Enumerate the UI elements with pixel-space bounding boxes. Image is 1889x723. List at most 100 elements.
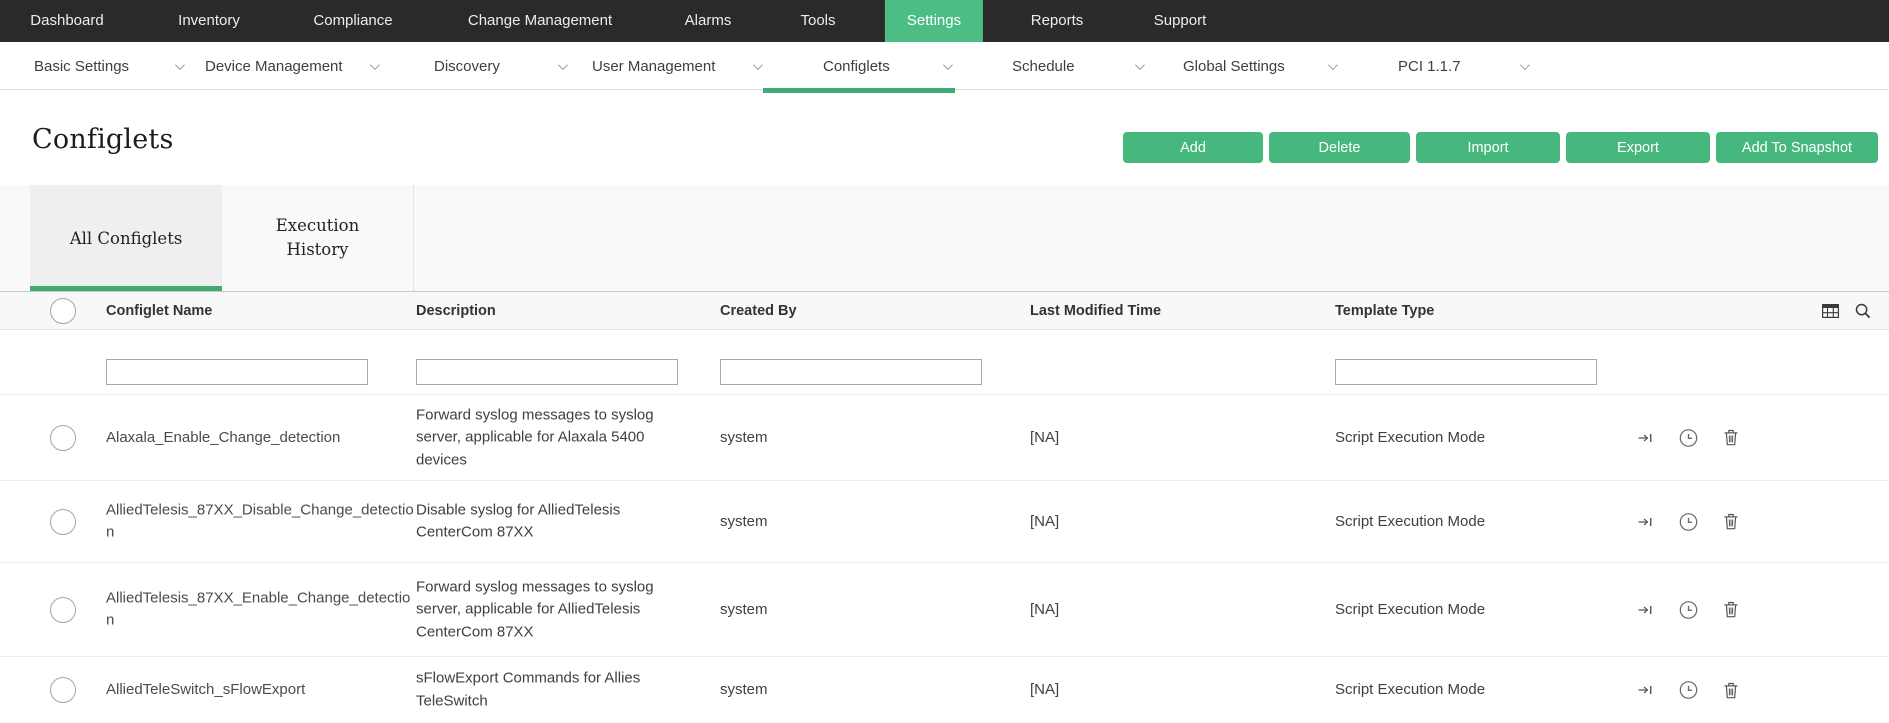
row-select-radio[interactable] xyxy=(50,677,76,703)
delete-trash-icon[interactable] xyxy=(1724,429,1738,446)
delete-button[interactable]: Delete xyxy=(1269,132,1410,163)
nav-item-support[interactable]: Support xyxy=(1132,0,1229,42)
nav-item-reports[interactable]: Reports xyxy=(1009,0,1106,42)
tab-label: All Configlets xyxy=(69,228,183,248)
chevron-down-icon xyxy=(942,59,953,70)
cell-template-type: Script Execution Mode xyxy=(1335,680,1486,698)
cell-configlet-name: AlliedTeleSwitch_sFlowExport xyxy=(106,680,306,698)
cell-created-by: system xyxy=(720,428,768,446)
execution-history-clock-icon[interactable] xyxy=(1679,428,1698,447)
table-header-controls xyxy=(1822,292,1871,330)
cell-description: sFlowExport Commands for Allies TeleSwit… xyxy=(416,669,641,710)
row-actions xyxy=(1638,512,1738,531)
cell-description: Disable syslog for AlliedTelesis CenterC… xyxy=(416,501,621,541)
filter-input-description[interactable] xyxy=(416,359,678,385)
select-all-radio[interactable] xyxy=(50,298,76,324)
cell-configlet-name: AlliedTelesis_87XX_Disable_Change_detect… xyxy=(106,501,414,541)
cell-configlet-name: Alaxala_Enable_Change_detection xyxy=(106,428,341,446)
subnav-label: Device Management xyxy=(205,57,343,75)
cell-last-modified-time: [NA] xyxy=(1030,680,1060,698)
table-row: AlliedTelesis_87XX_Enable_Change_detecti… xyxy=(0,563,1889,657)
cell-last-modified-time: [NA] xyxy=(1030,428,1060,446)
table-row: AlliedTelesis_87XX_Disable_Change_detect… xyxy=(0,481,1889,563)
cell-last-modified-time: [NA] xyxy=(1030,512,1060,530)
chevron-down-icon xyxy=(1327,59,1338,70)
subnav-item-pci[interactable]: PCI 1.1.7 xyxy=(1398,42,1530,90)
subnav-item-schedule[interactable]: Schedule xyxy=(1012,42,1145,90)
cell-template-type: Script Execution Mode xyxy=(1335,512,1486,530)
nav-item-settings[interactable]: Settings xyxy=(884,0,984,42)
chevron-down-icon xyxy=(1134,59,1145,70)
column-header-created-by[interactable]: Created By xyxy=(720,292,797,330)
nav-item-tools[interactable]: Tools xyxy=(778,0,857,42)
chevron-down-icon xyxy=(174,59,185,70)
subnav-label: Basic Settings xyxy=(34,57,130,75)
subnav-label: Global Settings xyxy=(1183,57,1285,75)
column-header-template-type[interactable]: Template Type xyxy=(1335,292,1434,330)
tab-execution-history[interactable]: Execution History xyxy=(222,185,414,291)
cell-configlet-name: AlliedTelesis_87XX_Enable_Change_detecti… xyxy=(106,589,411,629)
page-title: Configlets xyxy=(32,124,174,155)
apply-to-device-icon[interactable] xyxy=(1638,684,1653,697)
tab-strip: All Configlets Execution History xyxy=(0,185,1889,291)
action-button-group: Add Delete Import Export Add To Snapshot xyxy=(1123,132,1878,163)
column-filter-row xyxy=(0,330,1889,395)
tab-label: Execution History xyxy=(275,216,360,259)
cell-description: Forward syslog messages to syslog server… xyxy=(416,577,654,640)
chevron-down-icon xyxy=(557,59,568,70)
nav-item-compliance[interactable]: Compliance xyxy=(291,0,414,42)
chevron-down-icon xyxy=(1519,59,1530,70)
add-button[interactable]: Add xyxy=(1123,132,1263,163)
filter-input-template-type[interactable] xyxy=(1335,359,1597,385)
execution-history-clock-icon[interactable] xyxy=(1679,600,1698,619)
export-button[interactable]: Export xyxy=(1566,132,1710,163)
tab-all-configlets[interactable]: All Configlets xyxy=(30,185,222,291)
column-header-configlet-name[interactable]: Configlet Name xyxy=(106,292,212,330)
table-row: Alaxala_Enable_Change_detection Forward … xyxy=(0,395,1889,481)
row-actions xyxy=(1638,428,1738,447)
apply-to-device-icon[interactable] xyxy=(1638,431,1653,444)
cell-description: Forward syslog messages to syslog server… xyxy=(416,405,654,468)
apply-to-device-icon[interactable] xyxy=(1638,603,1653,616)
delete-trash-icon[interactable] xyxy=(1724,682,1738,698)
nav-item-alarms[interactable]: Alarms xyxy=(663,0,754,42)
cell-created-by: system xyxy=(720,680,768,698)
column-header-description[interactable]: Description xyxy=(416,292,496,330)
row-select-radio[interactable] xyxy=(50,508,76,535)
active-subnav-indicator xyxy=(763,88,955,93)
row-select-radio[interactable] xyxy=(50,424,76,451)
add-to-snapshot-button[interactable]: Add To Snapshot xyxy=(1716,132,1878,163)
column-header-last-modified-time[interactable]: Last Modified Time xyxy=(1030,292,1161,330)
subnav-item-device-management[interactable]: Device Management xyxy=(205,42,380,90)
subnav-label: Configlets xyxy=(823,57,890,75)
subnav-item-basic-settings[interactable]: Basic Settings xyxy=(34,42,185,90)
chevron-down-icon xyxy=(369,59,380,70)
execution-history-clock-icon[interactable] xyxy=(1679,512,1698,531)
settings-sub-navigation: Basic Settings Device Management Discove… xyxy=(0,42,1889,93)
row-actions xyxy=(1638,600,1738,619)
nav-item-change-management[interactable]: Change Management xyxy=(446,0,634,42)
subnav-label: PCI 1.1.7 xyxy=(1398,57,1461,75)
top-navigation-bar: Dashboard Inventory Compliance Change Ma… xyxy=(0,0,1889,42)
cell-template-type: Script Execution Mode xyxy=(1335,600,1486,618)
delete-trash-icon[interactable] xyxy=(1724,513,1738,530)
subnav-item-global-settings[interactable]: Global Settings xyxy=(1183,42,1338,90)
delete-trash-icon[interactable] xyxy=(1724,601,1738,618)
filter-input-configlet-name[interactable] xyxy=(106,359,368,385)
table-header-row: Configlet Name Description Created By La… xyxy=(0,291,1889,330)
execution-history-clock-icon[interactable] xyxy=(1679,681,1698,700)
subnav-item-user-management[interactable]: User Management xyxy=(592,42,763,90)
cell-last-modified-time: [NA] xyxy=(1030,600,1060,618)
row-actions xyxy=(1638,681,1738,700)
column-chooser-grid-icon[interactable] xyxy=(1822,304,1839,318)
filter-input-created-by[interactable] xyxy=(720,359,982,385)
nav-item-inventory[interactable]: Inventory xyxy=(156,0,262,42)
nav-item-dashboard[interactable]: Dashboard xyxy=(8,0,125,42)
subnav-item-configlets[interactable]: Configlets xyxy=(823,42,953,90)
search-icon[interactable] xyxy=(1855,303,1871,319)
import-button[interactable]: Import xyxy=(1416,132,1560,163)
subnav-item-discovery[interactable]: Discovery xyxy=(434,42,568,90)
row-select-radio[interactable] xyxy=(50,596,76,623)
apply-to-device-icon[interactable] xyxy=(1638,515,1653,528)
cell-template-type: Script Execution Mode xyxy=(1335,428,1486,446)
